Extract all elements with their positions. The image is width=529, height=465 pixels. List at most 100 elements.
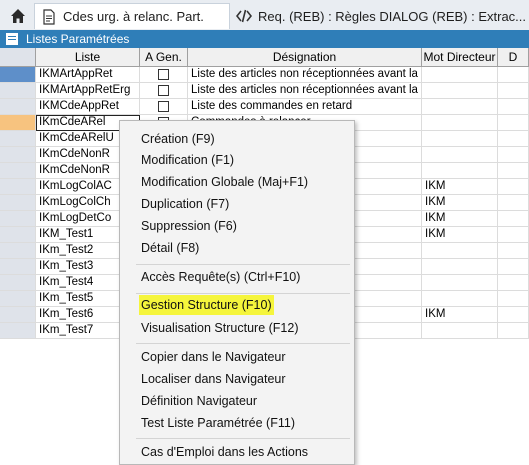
- cell-mot-directeur[interactable]: IKM: [422, 227, 498, 243]
- cell-d[interactable]: [498, 323, 529, 339]
- tab-req-reb-label: Req. (REB) : Règles DIALOG (REB) : Extra…: [258, 8, 527, 24]
- home-tab[interactable]: [4, 3, 32, 29]
- cell-mot-directeur[interactable]: [422, 259, 498, 275]
- cell-mot-directeur[interactable]: [422, 147, 498, 163]
- cell-d[interactable]: [498, 211, 529, 227]
- cell-d[interactable]: [498, 147, 529, 163]
- cell-d[interactable]: [498, 275, 529, 291]
- cell-mot-directeur[interactable]: [422, 83, 498, 99]
- cell-mot-directeur[interactable]: [422, 275, 498, 291]
- tab-cdes-urg-label: Cdes urg. à relanc. Part.: [63, 9, 204, 24]
- cell-d[interactable]: [498, 307, 529, 323]
- row-selector[interactable]: [0, 307, 36, 323]
- row-selector[interactable]: [0, 211, 36, 227]
- menu-separator: [136, 343, 350, 344]
- menu-item-duplication[interactable]: Duplication (F7): [139, 194, 231, 214]
- cell-d[interactable]: [498, 227, 529, 243]
- cell-liste[interactable]: IKMCdeAppRet: [36, 99, 140, 115]
- row-selector[interactable]: [0, 195, 36, 211]
- column-header-mot-directeur[interactable]: Mot Directeur: [422, 48, 498, 66]
- column-header-selector[interactable]: [0, 48, 36, 66]
- a-gen-checkbox[interactable]: [158, 69, 169, 80]
- row-selector[interactable]: [0, 147, 36, 163]
- row-selector[interactable]: [0, 243, 36, 259]
- cell-liste[interactable]: IKMArtAppRet: [36, 67, 140, 83]
- menu-item-definition-navigateur[interactable]: Définition Navigateur: [139, 391, 259, 411]
- cell-liste[interactable]: IKMArtAppRetErg: [36, 83, 140, 99]
- row-selector[interactable]: [0, 291, 36, 307]
- menu-item-localiser-navigateur[interactable]: Localiser dans Navigateur: [139, 369, 288, 389]
- context-menu: Création (F9) Modification (F1) Modifica…: [119, 120, 355, 465]
- cell-mot-directeur[interactable]: [422, 163, 498, 179]
- code-icon: [236, 9, 252, 23]
- row-selector[interactable]: [0, 99, 36, 115]
- cell-mot-directeur[interactable]: IKM: [422, 307, 498, 323]
- row-selector[interactable]: [0, 67, 36, 83]
- menu-item-test-liste[interactable]: Test Liste Paramétrée (F11): [139, 413, 297, 433]
- menu-item-acces-requetes[interactable]: Accès Requête(s) (Ctrl+F10): [139, 267, 302, 287]
- cell-mot-directeur[interactable]: [422, 243, 498, 259]
- cell-mot-directeur[interactable]: IKM: [422, 179, 498, 195]
- list-icon: [6, 33, 18, 45]
- menu-item-modification[interactable]: Modification (F1): [139, 150, 236, 170]
- menu-item-gestion-structure[interactable]: Gestion Structure (F10): [139, 295, 274, 315]
- row-selector[interactable]: [0, 115, 36, 131]
- row-selector[interactable]: [0, 275, 36, 291]
- tab-req-reb[interactable]: Req. (REB) : Règles DIALOG (REB) : Extra…: [232, 3, 529, 29]
- cell-designation[interactable]: Liste des commandes en retard: [188, 99, 422, 115]
- cell-mot-directeur[interactable]: [422, 291, 498, 307]
- menu-item-detail[interactable]: Détail (F8): [139, 238, 201, 258]
- cell-mot-directeur[interactable]: IKM: [422, 211, 498, 227]
- row-selector[interactable]: [0, 131, 36, 147]
- cell-mot-directeur[interactable]: [422, 115, 498, 131]
- table-row[interactable]: IKMCdeAppRet Liste des commandes en retar…: [0, 99, 529, 115]
- row-selector[interactable]: [0, 83, 36, 99]
- row-selector[interactable]: [0, 163, 36, 179]
- grid-header: Liste A Gen. Désignation Mot Directeur D: [0, 48, 529, 67]
- tab-cdes-urg[interactable]: Cdes urg. à relanc. Part.: [34, 3, 230, 29]
- cell-designation[interactable]: Liste des articles non réceptionnées ava…: [188, 83, 422, 99]
- cell-d[interactable]: [498, 99, 529, 115]
- column-header-liste[interactable]: Liste: [36, 48, 140, 66]
- cell-a-gen[interactable]: [140, 67, 188, 83]
- panel-title: Listes Paramétrées: [26, 32, 130, 46]
- column-header-a-gen[interactable]: A Gen.: [140, 48, 188, 66]
- cell-mot-directeur[interactable]: [422, 99, 498, 115]
- cell-d[interactable]: [498, 115, 529, 131]
- row-selector[interactable]: [0, 323, 36, 339]
- cell-d[interactable]: [498, 291, 529, 307]
- menu-item-copier-navigateur[interactable]: Copier dans le Navigateur: [139, 347, 288, 367]
- cell-d[interactable]: [498, 83, 529, 99]
- menu-item-suppression[interactable]: Suppression (F6): [139, 216, 239, 236]
- cell-d[interactable]: [498, 131, 529, 147]
- cell-mot-directeur[interactable]: [422, 323, 498, 339]
- cell-d[interactable]: [498, 67, 529, 83]
- cell-d[interactable]: [498, 179, 529, 195]
- cell-mot-directeur[interactable]: [422, 67, 498, 83]
- a-gen-checkbox[interactable]: [158, 85, 169, 96]
- row-selector[interactable]: [0, 179, 36, 195]
- column-header-designation[interactable]: Désignation: [188, 48, 422, 66]
- row-selector[interactable]: [0, 227, 36, 243]
- table-row[interactable]: IKMArtAppRetErg Liste des articles non ré…: [0, 83, 529, 99]
- row-selector[interactable]: [0, 259, 36, 275]
- table-row[interactable]: IKMArtAppRet Liste des articles non récep…: [0, 67, 529, 83]
- cell-mot-directeur[interactable]: IKM: [422, 195, 498, 211]
- cell-a-gen[interactable]: [140, 83, 188, 99]
- cell-a-gen[interactable]: [140, 99, 188, 115]
- menu-item-cas-emploi[interactable]: Cas d'Emploi dans les Actions: [139, 442, 310, 462]
- menu-item-visualisation-structure[interactable]: Visualisation Structure (F12): [139, 318, 300, 338]
- menu-item-modification-globale[interactable]: Modification Globale (Maj+F1): [139, 172, 310, 192]
- column-header-d[interactable]: D: [498, 48, 529, 66]
- cell-d[interactable]: [498, 163, 529, 179]
- document-icon: [43, 8, 55, 25]
- menu-separator: [136, 438, 350, 439]
- menu-separator: [136, 293, 350, 294]
- cell-d[interactable]: [498, 259, 529, 275]
- cell-d[interactable]: [498, 195, 529, 211]
- cell-mot-directeur[interactable]: [422, 131, 498, 147]
- cell-d[interactable]: [498, 243, 529, 259]
- a-gen-checkbox[interactable]: [158, 101, 169, 112]
- menu-item-creation[interactable]: Création (F9): [139, 129, 217, 149]
- cell-designation[interactable]: Liste des articles non réceptionnées ava…: [188, 67, 422, 83]
